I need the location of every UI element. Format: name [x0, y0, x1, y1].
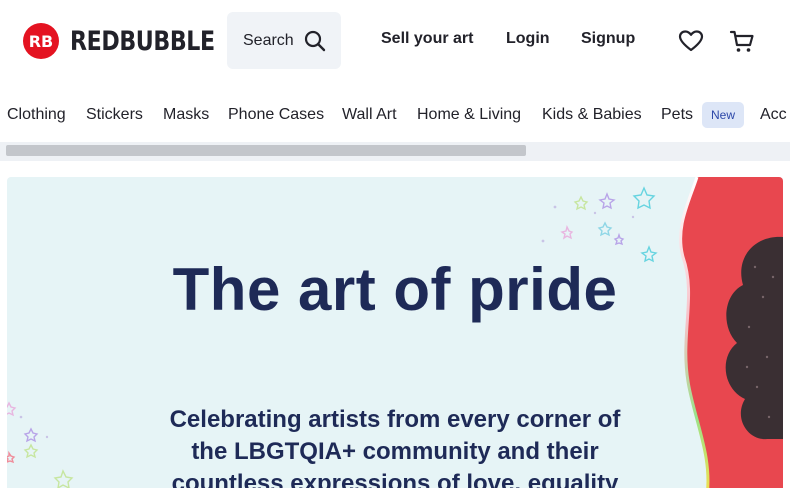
site-header: RB REDBUBBLE Sell your art Login Signup: [0, 0, 790, 82]
sell-your-art-link[interactable]: Sell your art: [381, 30, 473, 48]
category-wall-art[interactable]: Wall Art: [342, 106, 397, 124]
hero-description: Celebrating artists from every corner of…: [169, 406, 621, 488]
category-stickers[interactable]: Stickers: [86, 106, 143, 124]
search-input[interactable]: [243, 31, 295, 50]
redbubble-logo-icon: RB: [23, 23, 59, 59]
cart-icon[interactable]: [729, 28, 755, 54]
category-masks[interactable]: Masks: [163, 106, 209, 124]
new-badge: New: [702, 102, 744, 128]
redbubble-logo[interactable]: RB REDBUBBLE: [22, 22, 246, 60]
category-clothing[interactable]: Clothing: [7, 106, 66, 124]
brand-name: REDBUBBLE: [70, 25, 215, 57]
category-phone-cases[interactable]: Phone Cases: [228, 106, 324, 124]
search-icon[interactable]: [303, 29, 327, 53]
category-pets[interactable]: Pets: [661, 106, 693, 124]
heart-icon[interactable]: [678, 28, 704, 54]
hero-title: The art of pride: [172, 256, 618, 323]
hero-banner[interactable]: The art of pride Celebrating artists fro…: [7, 177, 783, 488]
category-accessories[interactable]: Acc: [760, 106, 787, 124]
category-nav: Clothing Stickers Masks Phone Cases Wall…: [0, 96, 790, 132]
search-box[interactable]: [227, 12, 341, 69]
svg-text:RB: RB: [29, 32, 54, 51]
login-link[interactable]: Login: [506, 30, 550, 48]
category-home-living[interactable]: Home & Living: [417, 106, 521, 124]
category-kids-babies[interactable]: Kids & Babies: [542, 106, 642, 124]
signup-link[interactable]: Signup: [581, 30, 635, 48]
horizontal-scrollbar[interactable]: [6, 145, 526, 156]
